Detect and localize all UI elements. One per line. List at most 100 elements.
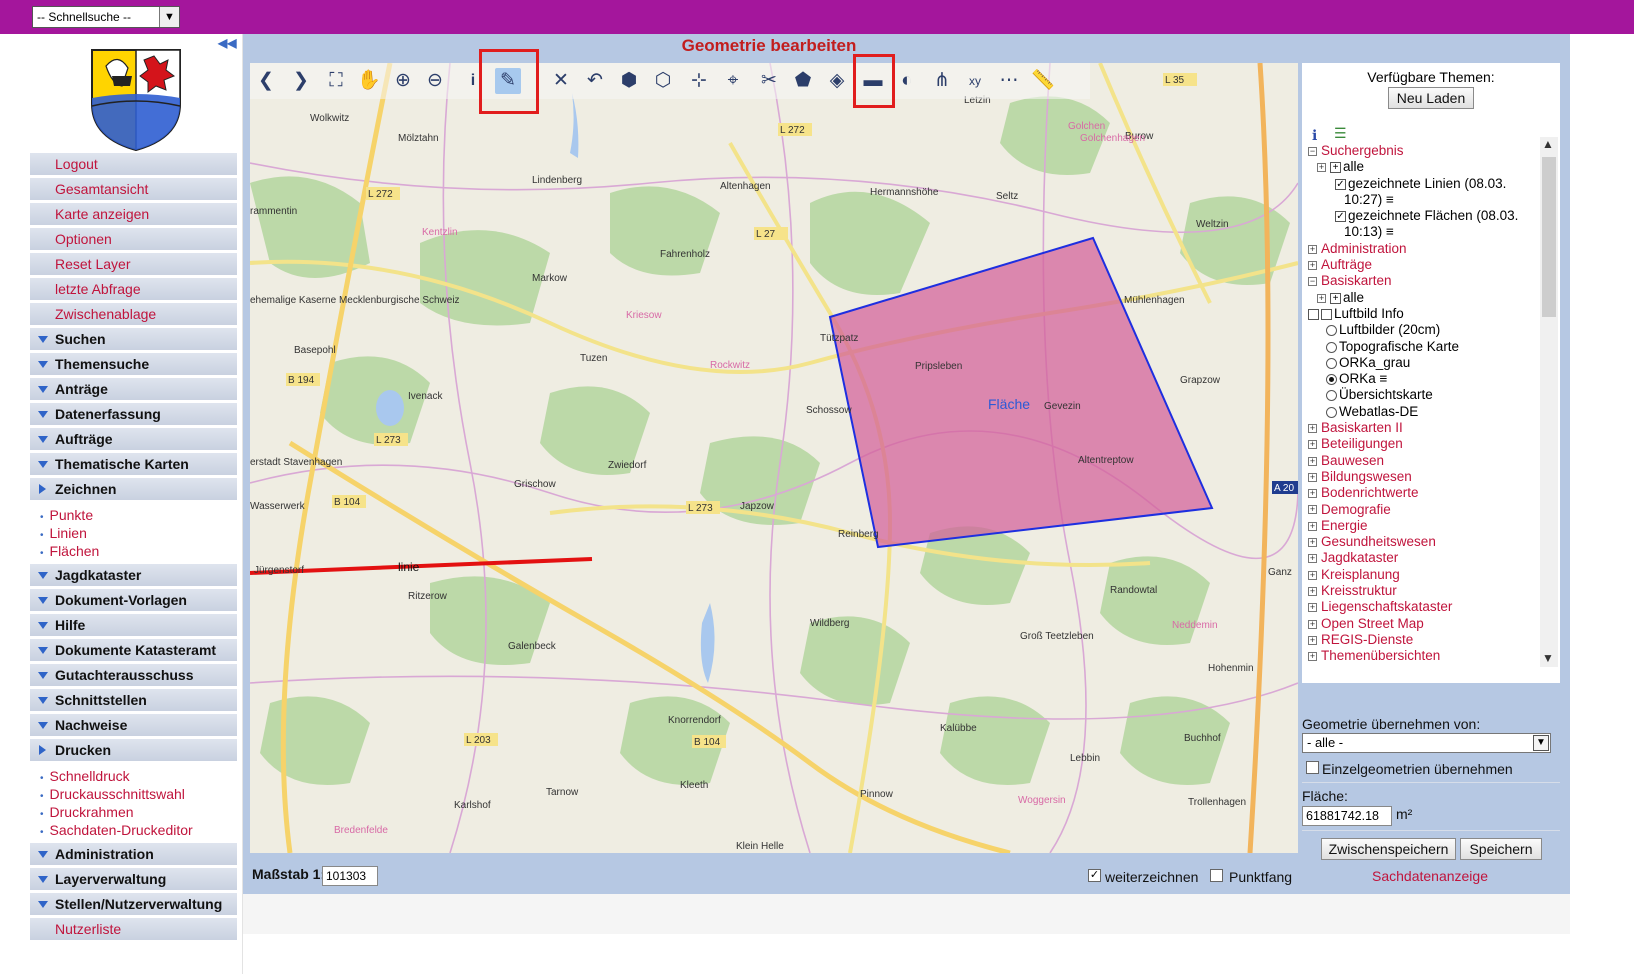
menu-item[interactable]: Nutzerliste [30,918,237,943]
layer-tree-row[interactable]: ✓ gezeichnete Linien (08.03. [1308,176,1540,192]
layer-tree-row[interactable]: ORKa_grau [1308,355,1540,371]
layer-tree-row[interactable]: + Liegenschaftskataster [1308,599,1540,615]
add-vertex-icon[interactable]: ⊹ [686,68,712,94]
menu-item[interactable]: Layerverwaltung [30,868,237,893]
layer-tree-row[interactable]: 10:27) ≡ [1308,192,1540,208]
union-polygon-icon[interactable]: ⬟ [790,68,816,94]
forward-arrow-icon[interactable]: ❯ [288,68,314,94]
polygon-split-icon[interactable]: ⬡ [650,68,676,94]
expand-icon[interactable]: + [1317,163,1326,173]
split-line-icon[interactable]: ⋔ [929,68,955,94]
menu-item[interactable]: Schnittstellen [30,689,237,714]
menu-item[interactable]: Hilfe [30,614,237,639]
layer-tree-row[interactable]: 10:13) ≡ [1308,224,1540,240]
menu-item[interactable]: Dokument-Vorlagen [30,589,237,614]
zwischenspeichern-button[interactable]: Zwischenspeichern [1321,838,1456,860]
layer-radio[interactable] [1326,357,1337,369]
menu-item[interactable]: Karte anzeigen [30,203,237,228]
weiterzeichnen-checkbox[interactable]: ✓ [1088,869,1101,882]
speichern-button[interactable]: Speichern [1460,838,1542,860]
scroll-up-icon[interactable]: ▲ [1542,137,1554,151]
expand-icon[interactable]: + [1308,456,1317,466]
menu-item[interactable]: Anträge [30,378,237,403]
expand-icon[interactable]: + [1308,652,1317,662]
expand-icon[interactable]: + [1308,635,1317,645]
layer-tree-row[interactable]: + Administration [1308,241,1540,257]
layer-tree-row[interactable]: + Kreisstruktur [1308,583,1540,599]
submenu-item[interactable]: • Sachdaten-Druckeditor [40,821,237,839]
einzel-checkbox[interactable] [1306,761,1319,774]
collapse-icon[interactable]: − [1308,277,1317,287]
buffer-icon[interactable]: ◈ [824,68,850,94]
layer-tree-row[interactable]: + Themenübersichten [1308,648,1540,664]
double-chevron-left-icon[interactable]: ◀◀ [218,36,236,50]
undo-icon[interactable]: ↶ [582,68,608,94]
layer-tree-row[interactable]: + Kreisplanung [1308,567,1540,583]
layer-tree-row[interactable]: ORKa ≡ [1308,371,1540,387]
menu-item[interactable]: Gutachterausschuss [30,664,237,689]
layer-tree-row[interactable]: + Aufträge [1308,257,1540,273]
delete-x-icon[interactable]: ✕ [548,68,574,94]
expand-icon[interactable]: + [1308,538,1317,548]
menu-item[interactable]: Zwischenablage [30,303,237,328]
menu-item[interactable]: Zeichnen [30,478,237,503]
flaeche-input[interactable]: 61881742.18 [1302,806,1392,826]
layer-tree-row[interactable]: Luftbilder (20cm) [1308,322,1540,338]
info-icon[interactable]: ℹ [1312,127,1317,144]
menu-item[interactable]: Jagdkataster [30,564,237,589]
menu-item[interactable]: Dokumente Katasteramt [30,639,237,664]
group-checkbox[interactable]: + [1330,292,1341,304]
measure-line-icon[interactable]: ⋯ [996,68,1022,94]
layer-checkbox[interactable] [1308,308,1319,320]
menu-item[interactable]: Gesamtansicht [30,178,237,203]
menu-item[interactable]: Logout [30,153,237,178]
collapse-icon[interactable]: − [1308,146,1317,156]
layer-radio[interactable] [1326,325,1337,337]
group-checkbox[interactable]: + [1330,162,1341,174]
expand-icon[interactable]: + [1308,570,1317,580]
layer-radio[interactable] [1326,374,1337,386]
menu-item[interactable]: Reset Layer [30,253,237,278]
layer-tree-row[interactable]: + Open Street Map [1308,616,1540,632]
layer-checkbox[interactable]: ✓ [1335,211,1346,223]
layer-tree-row[interactable]: + REGIS-Dienste [1308,632,1540,648]
reload-button[interactable]: Neu Laden [1388,87,1474,109]
menu-item[interactable]: Drucken [30,739,237,764]
submenu-item[interactable]: • Druckausschnittswahl [40,785,237,803]
layer-tree-row[interactable]: − Basiskarten [1308,273,1540,289]
layer-radio[interactable] [1326,390,1337,402]
expand-icon[interactable]: + [1308,603,1317,613]
layer-tree-row[interactable]: + Bauwesen [1308,453,1540,469]
menu-item[interactable]: Nachweise [30,714,237,739]
zoom-in-icon[interactable]: ⊕ [390,68,416,94]
map-view[interactable]: Fläche linie Wolkwitz Mölztahn Lindenberg A… [250,63,1298,853]
menu-item[interactable]: Optionen [30,228,237,253]
polygon-edit-icon[interactable]: ⬢ [616,68,642,94]
expand-icon[interactable]: + [1308,521,1317,531]
expand-icon[interactable]: + [1308,554,1317,564]
menu-item[interactable]: Stellen/Nutzerverwaltung [30,893,237,918]
layer-tree-row[interactable]: + Beteiligungen [1308,436,1540,452]
back-arrow-icon[interactable]: ❮ [253,68,279,94]
submenu-item[interactable]: • Schnelldruck [40,767,237,785]
scroll-thumb[interactable] [1542,157,1556,317]
expand-icon[interactable]: + [1308,586,1317,596]
layer-checkbox[interactable] [1321,308,1332,320]
submenu-item[interactable]: • Punkte [40,506,237,524]
menu-item[interactable]: Themensuche [30,353,237,378]
layer-tree-row[interactable]: + Jagdkataster [1308,550,1540,566]
expand-icon[interactable]: + [1308,472,1317,482]
expand-icon[interactable]: + [1308,423,1317,433]
layer-tree-row[interactable]: ✓ gezeichnete Flächen (08.03. [1308,208,1540,224]
chevron-down-icon[interactable]: ▼ [1533,735,1549,751]
layer-tree-row[interactable]: + + alle [1308,159,1540,175]
submenu-item[interactable]: • Linien [40,524,237,542]
menu-item[interactable]: Thematische Karten [30,453,237,478]
layer-tree-row[interactable]: + + alle [1308,290,1540,306]
layer-tree-row[interactable]: + Bildungswesen [1308,469,1540,485]
expand-icon[interactable]: + [1308,440,1317,450]
expand-icon[interactable]: + [1308,261,1317,271]
geom-source-select[interactable]: - alle - ▼ [1302,733,1551,753]
coordinate-xy-icon[interactable]: xy [962,68,988,94]
cut-polygon-icon[interactable]: ✂ [756,68,782,94]
